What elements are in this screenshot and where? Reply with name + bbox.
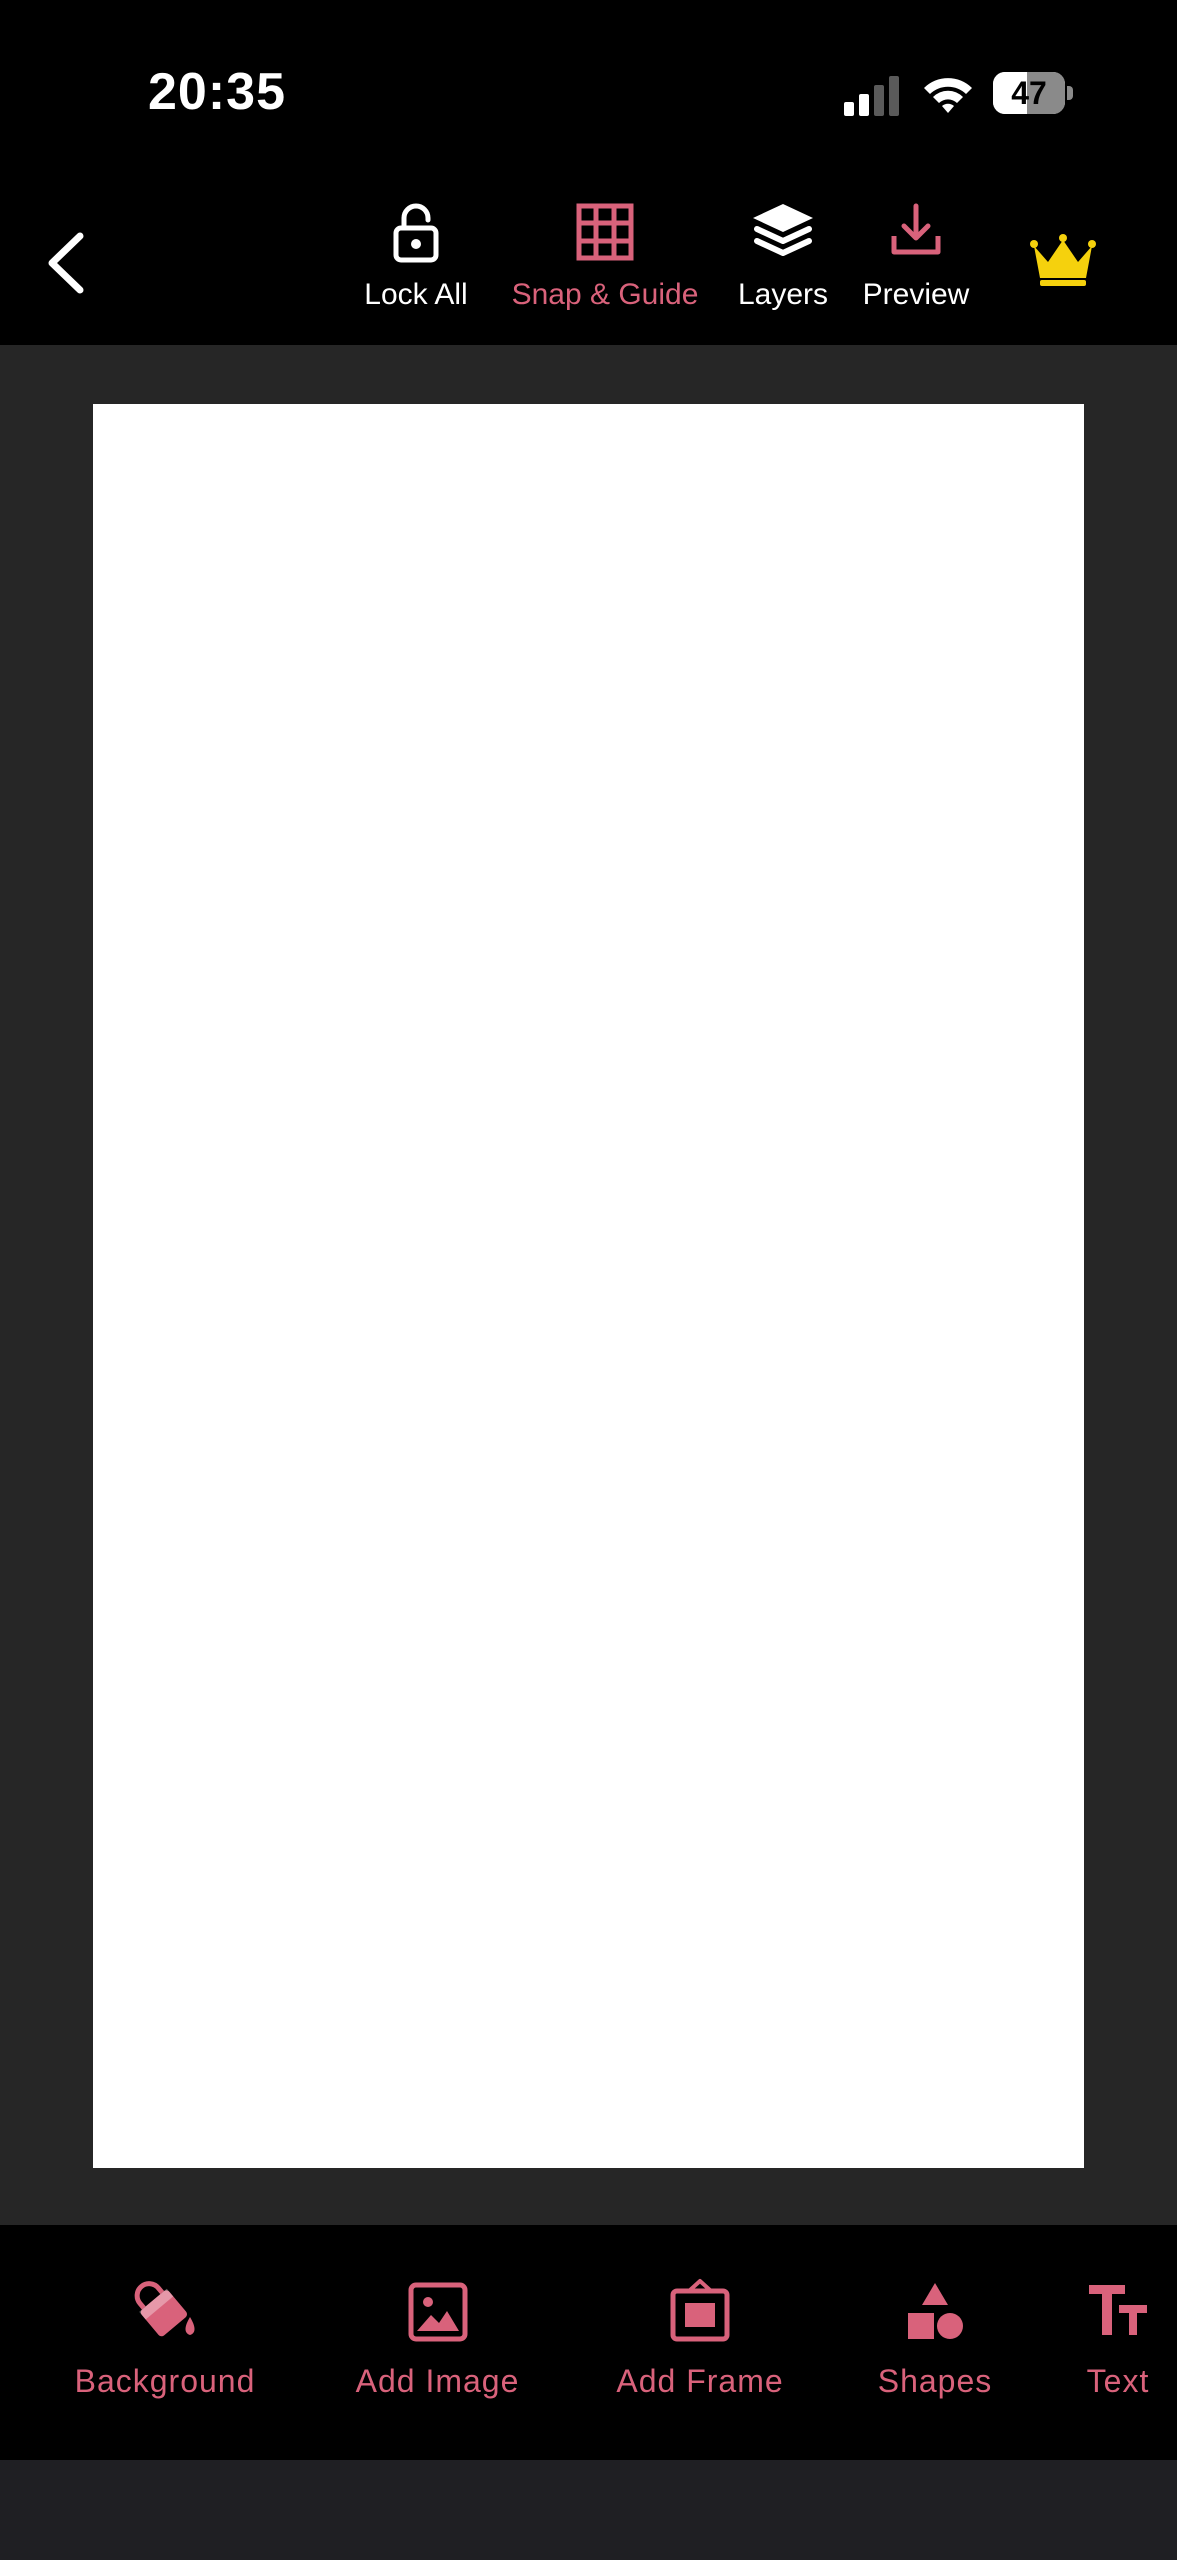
layers-label: Layers: [737, 278, 829, 311]
add-image-button[interactable]: Add Image: [340, 2277, 535, 2400]
image-icon: [408, 2282, 467, 2342]
preview-label: Preview: [862, 278, 970, 311]
add-image-label: Add Image: [355, 2363, 520, 2399]
back-chevron-icon[interactable]: [36, 228, 96, 298]
editor-workspace: [0, 345, 1177, 2225]
lock-all-button[interactable]: Lock All: [352, 200, 480, 330]
preview-button[interactable]: Preview: [856, 200, 976, 330]
layers-icon: [753, 204, 813, 256]
layers-button[interactable]: Layers: [728, 200, 838, 330]
status-bar: 20:35 47: [0, 0, 1177, 180]
shapes-icon: [908, 2283, 963, 2339]
battery-level: 47: [1011, 75, 1047, 111]
battery-indicator: 47: [993, 72, 1073, 116]
lock-all-label: Lock All: [364, 278, 468, 311]
frame-icon: [670, 2279, 730, 2342]
shapes-label: Shapes: [877, 2363, 993, 2399]
editor-toolbar: Lock All Snap & Guide Layers Preview: [0, 180, 1177, 345]
paint-bucket-icon: [134, 2281, 195, 2337]
download-icon: [891, 203, 941, 255]
design-canvas[interactable]: [93, 404, 1084, 2168]
background-button[interactable]: Background: [60, 2277, 270, 2400]
add-frame-button[interactable]: Add Frame: [605, 2277, 795, 2400]
grid-icon: [576, 203, 634, 261]
text-label: Text: [1086, 2363, 1150, 2399]
status-time: 20:35: [148, 63, 286, 121]
text-icon: [1089, 2285, 1147, 2335]
unlock-icon: [393, 203, 439, 263]
add-frame-label: Add Frame: [616, 2363, 784, 2399]
text-button[interactable]: Text: [1075, 2277, 1161, 2400]
bottom-toolbar: Background Add Image Add Frame Shapes Te…: [0, 2225, 1177, 2460]
background-label: Background: [74, 2363, 256, 2399]
crown-icon[interactable]: [1030, 232, 1096, 288]
home-indicator-area: [0, 2460, 1177, 2560]
snap-guide-label: Snap & Guide: [511, 278, 699, 311]
cellular-signal-icon: [844, 76, 899, 116]
shapes-button[interactable]: Shapes: [870, 2277, 1000, 2400]
wifi-icon: [924, 78, 972, 113]
snap-guide-button[interactable]: Snap & Guide: [500, 200, 710, 330]
